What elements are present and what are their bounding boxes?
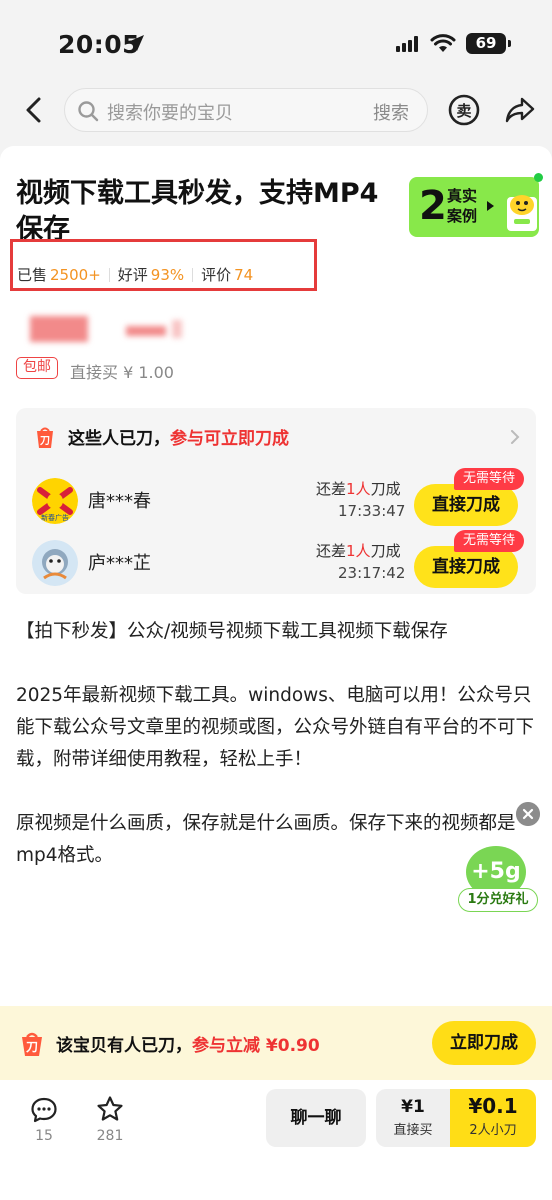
star-icon[interactable] [96,1095,124,1123]
remain-prefix: 还差 [316,542,347,560]
remain-prefix: 还差 [316,480,347,498]
reviews-label: 评价 [201,266,232,284]
cut-heading[interactable]: 这些人已刀，参与可立即刀成 [68,424,289,449]
free-shipping-tag: 包邮 [16,357,58,379]
comment-count: 15 [35,1128,53,1144]
cut-promo-banner: 刀 该宝贝有人已刀，参与立减 ¥0.90 立即刀成 [0,1006,552,1080]
direct-buy-price-label: ¥1 [401,1097,425,1117]
no-wait-tag: 无需等待 [454,530,524,552]
group-cut-section: 刀 这些人已刀，参与可立即刀成 新春广告 唐***春 还差1人刀成 17:33:… [16,408,536,594]
no-wait-tag: 无需等待 [454,468,524,490]
battery-indicator: 69 [466,33,506,54]
banner-text-main: 该宝贝有人已刀， [56,1036,192,1056]
blur-block [172,320,182,338]
bonus-float[interactable]: +5g 1分兑好礼 [456,842,542,916]
remain-number: 1人 [346,542,371,560]
banner-text-discount: 参与立减 ¥0.90 [192,1036,320,1056]
group-cut-button[interactable]: ¥0.1 2人小刀 [450,1089,536,1147]
description-paragraph: 【拍下秒发】公众/视频号视频下载工具视频下载保存 [16,621,448,642]
play-arrow-icon [487,201,494,211]
blurred-price [30,316,190,344]
instant-cut-button[interactable]: 立即刀成 [432,1021,536,1065]
cases-count: 2 [419,183,447,229]
cut-user-row: 庐***芷 还差1人刀成 23:17:42 直接刀成 无需等待 [16,530,536,592]
bottom-action-bar: 15 281 聊一聊 ¥1 直接买 ¥0.1 2人小刀 [0,1080,552,1200]
bonus-label: 1分兑好礼 [458,888,538,912]
favorite-count: 281 [96,1128,124,1144]
cases-label: 真实案例 [447,187,478,225]
remaining-count: 还差1人刀成 [316,540,401,561]
description-paragraph: 2025年最新视频下载工具。windows、电脑可以用！公众号只能下载公众号文章… [16,685,535,770]
comment-icon[interactable] [30,1096,58,1124]
direct-buy-price: 直接买 ¥ 1.00 [70,363,174,382]
search-button[interactable]: 搜索 [373,99,409,125]
location-arrow-icon [128,35,144,51]
blur-block [30,316,88,342]
user-avatar [32,540,78,586]
search-bar[interactable]: 搜索你要的宝贝 搜索 [64,88,428,132]
product-description: 【拍下秒发】公众/视频号视频下载工具视频下载保存 2025年最新视频下载工具。w… [16,616,536,872]
knife-tag-icon: 刀 [22,1032,42,1056]
svg-text:刀: 刀 [40,436,50,447]
rating-label: 好评 [117,266,148,284]
direct-buy-button[interactable]: ¥1 直接买 [376,1089,450,1147]
cut-heading-highlight: 参与可立即刀成 [170,429,289,449]
rating-value: 93% [150,266,185,284]
status-bar: 20:05 69 [0,0,552,88]
chevron-right-icon[interactable] [510,430,520,444]
product-detail-page: 20:05 69 搜索你要的宝贝 搜索 卖 视频下载工具秒发，支持MP4保存 2… [0,0,552,1200]
product-title: 视频下载工具秒发，支持MP4保存 [16,178,379,245]
search-placeholder: 搜索你要的宝贝 [107,103,233,124]
user-avatar: 新春广告 [32,478,78,524]
remain-suffix: 刀成 [370,480,401,498]
search-icon [78,101,99,122]
direct-cut-button[interactable]: 直接刀成 [414,484,518,526]
product-stats: 已售 2500+ 好评 93% 评价 74 [17,264,253,285]
countdown-timer: 23:17:42 [338,564,406,582]
group-cut-text: 2人小刀 [469,1123,517,1138]
cut-heading-text: 这些人已刀， [68,429,170,449]
share-icon[interactable] [505,96,535,124]
direct-buy-text: 直接买 [393,1123,433,1138]
sold-label: 已售 [17,266,48,284]
sell-icon[interactable]: 卖 [448,92,480,128]
countdown-timer: 17:33:47 [338,502,406,520]
top-nav: 搜索你要的宝贝 搜索 卖 [0,88,552,132]
reviews-value: 74 [234,266,254,284]
remaining-count: 还差1人刀成 [316,478,401,499]
svg-text:卖: 卖 [456,102,471,120]
cellular-signal-icon [396,36,418,52]
notification-dot [534,173,543,182]
divider [108,268,110,282]
mascot-icon [507,195,537,231]
sold-value: 2500+ [50,266,101,284]
group-cut-price: ¥0.1 [468,1094,518,1118]
svg-text:刀: 刀 [26,1040,38,1054]
back-arrow-icon[interactable] [22,96,48,124]
cut-user-row: 新春广告 唐***春 还差1人刀成 17:33:47 直接刀成 无需等待 [16,468,536,530]
real-cases-badge[interactable]: 2 真实案例 [409,173,543,237]
knife-tag-icon: 刀 [37,427,53,448]
direct-cut-button[interactable]: 直接刀成 [414,546,518,588]
remain-number: 1人 [346,480,371,498]
user-name: 庐***芷 [88,553,151,574]
wifi-icon [430,34,456,52]
close-icon[interactable] [516,802,540,826]
battery-tip [508,40,511,47]
divider [192,268,194,282]
remain-suffix: 刀成 [370,542,401,560]
svg-text:新春广告: 新春广告 [41,513,69,522]
chat-button[interactable]: 聊一聊 [266,1089,366,1147]
banner-text: 该宝贝有人已刀，参与立减 ¥0.90 [56,1031,320,1056]
blur-block [126,326,166,336]
user-name: 唐***春 [88,491,151,512]
